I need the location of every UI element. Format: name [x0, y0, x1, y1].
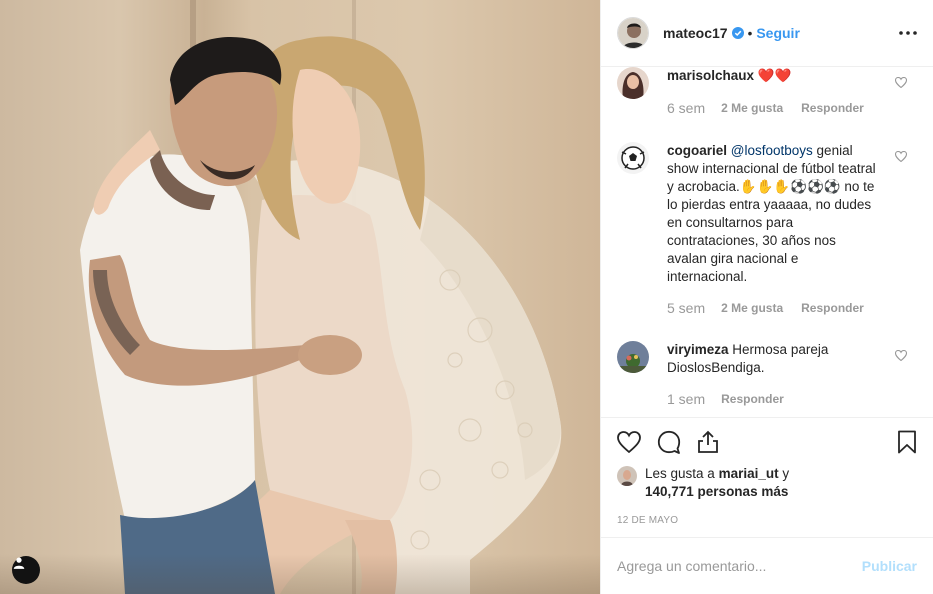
- like-comment-heart-icon[interactable]: [894, 349, 908, 364]
- reply-button[interactable]: Responder: [721, 390, 784, 408]
- likes-summary: Les gusta a mariai_ut y 140,771 personas…: [601, 465, 933, 503]
- more-options-icon[interactable]: [899, 31, 917, 35]
- likes-text: Les gusta a mariai_ut y 140,771 personas…: [645, 465, 789, 501]
- comment-meta: 1 sem Responder: [667, 390, 877, 408]
- commenter-avatar[interactable]: [617, 341, 649, 373]
- commenter-avatar[interactable]: [617, 67, 649, 99]
- comment-meta: 5 sem 2 Me gusta Responder: [667, 299, 877, 317]
- comment-time[interactable]: 5 sem: [667, 299, 705, 317]
- comment-likes[interactable]: 2 Me gusta: [721, 99, 783, 117]
- save-bookmark-icon[interactable]: [897, 430, 917, 454]
- author-avatar[interactable]: [617, 17, 649, 49]
- liker-avatar[interactable]: [617, 466, 637, 486]
- comment-mention[interactable]: @losfootboys: [731, 143, 813, 158]
- comment-body: viryimeza Hermosa pareja DioslosBendiga.…: [667, 341, 877, 408]
- comment-text: genial show internacional de fútbol teat…: [667, 143, 876, 284]
- post-actions-bar: [601, 417, 933, 465]
- comment-username[interactable]: viryimeza: [667, 342, 729, 357]
- like-comment-heart-icon[interactable]: [894, 150, 908, 165]
- follow-button[interactable]: Seguir: [756, 25, 800, 41]
- post-date[interactable]: 12 DE MAYO: [601, 503, 933, 537]
- comment-body: marisolchaux ❤️❤️ 6 sem 2 Me gusta Respo…: [667, 67, 877, 117]
- comment-username[interactable]: cogoariel: [667, 143, 727, 158]
- reply-button[interactable]: Responder: [801, 299, 864, 317]
- author-username[interactable]: mateoc17: [663, 25, 728, 41]
- comment-item: viryimeza Hermosa pareja DioslosBendiga.…: [617, 341, 917, 408]
- comment-text: ❤️❤️: [757, 68, 792, 83]
- comment-item: marisolchaux ❤️❤️ 6 sem 2 Me gusta Respo…: [617, 67, 917, 117]
- liker-username[interactable]: mariai_ut: [719, 466, 779, 481]
- verified-badge-icon: [731, 27, 744, 39]
- post-header: mateoc17 • Seguir: [601, 0, 933, 67]
- comment-meta: 6 sem 2 Me gusta Responder: [667, 99, 877, 117]
- comment-likes[interactable]: 2 Me gusta: [721, 299, 783, 317]
- comment-username[interactable]: marisolchaux: [667, 68, 754, 83]
- reply-button[interactable]: Responder: [801, 99, 864, 117]
- photo-illustration: [80, 36, 562, 594]
- photo-floor-shadow: [0, 554, 600, 594]
- comment-time[interactable]: 6 sem: [667, 99, 705, 117]
- comment-input[interactable]: [617, 558, 862, 574]
- post-photo[interactable]: [0, 0, 600, 594]
- person-icon: [13, 557, 25, 569]
- likes-prefix: Les gusta a: [645, 466, 719, 481]
- comment-bubble-icon[interactable]: [657, 430, 681, 454]
- comment-item: cogoariel @losfootboys genial show inter…: [617, 142, 917, 317]
- likes-count[interactable]: 140,771 personas más: [645, 484, 788, 499]
- likes-middle: y: [778, 466, 790, 481]
- tagged-people-button[interactable]: [12, 556, 40, 584]
- instagram-post-modal: mateoc17 • Seguir marisolchaux ❤️❤️ 6 se…: [0, 0, 933, 594]
- separator-dot: •: [747, 25, 753, 41]
- comment-time[interactable]: 1 sem: [667, 390, 705, 408]
- publish-button[interactable]: Publicar: [862, 558, 917, 574]
- post-side-panel: mateoc17 • Seguir marisolchaux ❤️❤️ 6 se…: [600, 0, 933, 594]
- like-heart-icon[interactable]: [617, 430, 641, 453]
- add-comment-bar: Publicar: [601, 537, 933, 594]
- commenter-avatar[interactable]: [617, 142, 649, 174]
- comments-list[interactable]: marisolchaux ❤️❤️ 6 sem 2 Me gusta Respo…: [601, 67, 933, 417]
- share-icon[interactable]: [697, 430, 719, 454]
- comment-body: cogoariel @losfootboys genial show inter…: [667, 142, 877, 317]
- like-comment-heart-icon[interactable]: [894, 76, 908, 91]
